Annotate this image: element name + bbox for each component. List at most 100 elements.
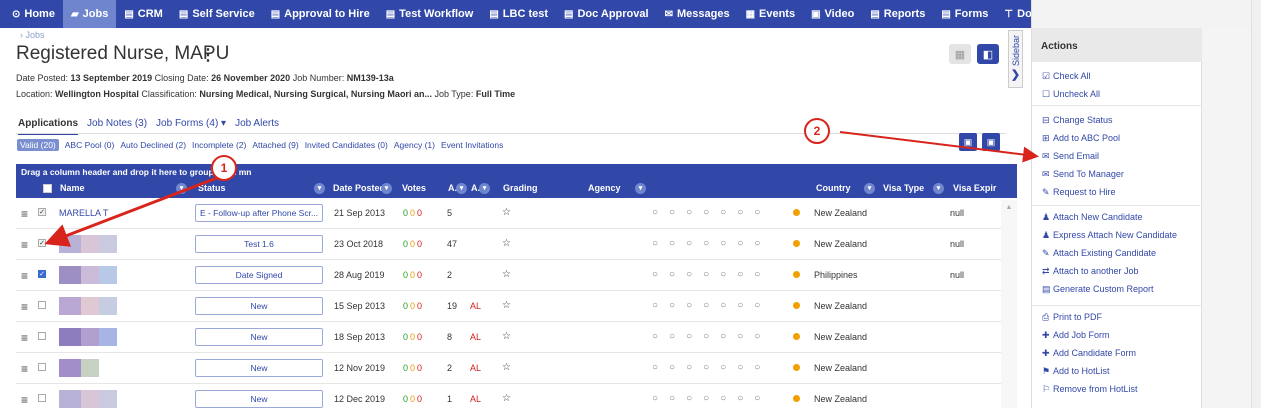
breadcrumb[interactable]: › Jobs — [20, 30, 45, 40]
row-checkbox[interactable]: ✓ — [38, 239, 46, 247]
subtab-auto-declined-2[interactable]: Auto Declined (2) — [120, 140, 186, 150]
action-attach-to-another-job[interactable]: ⇄ Attach to another Job — [1042, 266, 1139, 277]
filter-icon[interactable]: ▾ — [381, 183, 392, 194]
star-icon[interactable]: ☆ — [502, 269, 511, 280]
action-express-attach-new-candidate[interactable]: ♟ Express Attach New Candidate — [1042, 230, 1177, 241]
nav-item-approval-to-hire[interactable]: ▤ Approval to Hire — [263, 0, 378, 28]
export-excel-icon[interactable]: ▣ — [959, 133, 977, 151]
filter-icon[interactable]: ▾ — [456, 183, 467, 194]
subtab-abc-pool-0[interactable]: ABC Pool (0) — [65, 140, 115, 150]
star-icon[interactable]: ☆ — [502, 238, 511, 249]
action-attach-existing-candidate[interactable]: ✎ Attach Existing Candidate — [1042, 248, 1156, 259]
action-add-job-form[interactable]: ✚ Add Job Form — [1042, 330, 1110, 341]
row-menu-icon[interactable]: ≡ — [21, 269, 28, 283]
nav-item-forms[interactable]: ▤ Forms — [933, 0, 996, 28]
header-name[interactable]: Name — [60, 183, 85, 193]
star-icon[interactable]: ☆ — [502, 362, 511, 373]
subtab-invited-candidates-0[interactable]: Invited Candidates (0) — [305, 140, 388, 150]
row-menu-icon[interactable]: ≡ — [21, 207, 28, 221]
action-request-to-hire[interactable]: ✎ Request to Hire — [1042, 187, 1116, 198]
row-checkbox[interactable] — [38, 301, 46, 309]
nav-item-self-service[interactable]: ▤ Self Service — [171, 0, 263, 28]
status-button[interactable]: Date Signed — [195, 266, 323, 284]
group-by-bar[interactable]: Drag a column header and drop it here to… — [16, 164, 1017, 180]
table-row[interactable]: ≡ New 12 Nov 2019 000 2 AL ☆ ○○○○○○○ New Zealand — [16, 353, 1017, 384]
table-row[interactable]: ≡ New 15 Sep 2013 000 19 AL ☆ ○○○○○○○ New Zealan… — [16, 291, 1017, 322]
status-button[interactable]: E - Follow-up after Phone Scr... — [195, 204, 323, 222]
nav-item-crm[interactable]: ▤ CRM — [116, 0, 171, 28]
header-agency[interactable]: Agency — [588, 183, 621, 193]
header-grading[interactable]: Grading — [503, 183, 538, 193]
action-add-to-hotlist[interactable]: ⚑ Add to HotList — [1042, 366, 1110, 377]
action-print-to-pdf[interactable]: ⎙ Print to PDF — [1042, 312, 1102, 323]
row-checkbox[interactable] — [38, 332, 46, 340]
table-row[interactable]: ≡ New 18 Sep 2013 000 8 AL ☆ ○○○○○○○ New Zealand — [16, 322, 1017, 353]
filter-icon[interactable]: ▾ — [864, 183, 875, 194]
row-menu-icon[interactable]: ≡ — [21, 331, 28, 345]
header-date-posted[interactable]: Date Posted — [333, 183, 385, 193]
nav-item-test-workflow[interactable]: ▤ Test Workflow — [378, 0, 482, 28]
grid-scrollbar[interactable]: ▲ — [1001, 200, 1017, 408]
star-icon[interactable]: ☆ — [502, 331, 511, 342]
row-checkbox[interactable] — [38, 394, 46, 402]
star-icon[interactable]: ☆ — [502, 393, 511, 404]
action-check-all[interactable]: ☑ Check All — [1042, 71, 1091, 82]
nav-item-events[interactable]: ▦ Events — [738, 0, 804, 28]
filter-icon[interactable]: ▾ — [176, 183, 187, 194]
split-view-icon[interactable]: ◧ — [977, 44, 999, 64]
grid-view-icon[interactable]: ▦ — [949, 44, 971, 64]
status-button[interactable]: New — [195, 297, 323, 315]
action-add-candidate-form[interactable]: ✚ Add Candidate Form — [1042, 348, 1136, 359]
nav-item-messages[interactable]: ✉ Messages — [657, 0, 738, 28]
action-remove-from-hotlist[interactable]: ⚐ Remove from HotList — [1042, 384, 1138, 395]
nav-item-video[interactable]: ▣ Video — [803, 0, 862, 28]
export-pdf-icon[interactable]: ▣ — [982, 133, 1000, 151]
page-scrollbar[interactable] — [1251, 0, 1261, 408]
action-add-to-abc-pool[interactable]: ⊞ Add to ABC Pool — [1042, 133, 1120, 144]
nav-item-lbc-test[interactable]: ▤ LBC test — [481, 0, 556, 28]
table-row[interactable]: ≡ New 12 Dec 2019 000 1 AL ☆ ○○○○○○○ New Zealand — [16, 384, 1017, 408]
status-button[interactable]: New — [195, 328, 323, 346]
nav-item-jobs[interactable]: ▰ Jobs — [62, 0, 117, 28]
action-attach-new-candidate[interactable]: ♟ Attach New Candidate — [1042, 212, 1143, 223]
status-button[interactable]: Test 1.6 — [195, 235, 323, 253]
select-all-checkbox[interactable] — [43, 184, 52, 193]
action-generate-custom-report[interactable]: ▤ Generate Custom Report — [1042, 284, 1154, 295]
table-row[interactable]: ≡ ✓ Date Signed 28 Aug 2019 000 2 ☆ ○○○○○○○ Phil… — [16, 260, 1017, 291]
action-send-to-manager[interactable]: ✉ Send To Manager — [1042, 169, 1124, 180]
row-menu-icon[interactable]: ≡ — [21, 238, 28, 252]
subtab-agency-1[interactable]: Agency (1) — [394, 140, 435, 150]
row-menu-icon[interactable]: ≡ — [21, 362, 28, 376]
header-status[interactable]: Status — [198, 183, 226, 193]
filter-icon[interactable]: ▾ — [479, 183, 490, 194]
header-country[interactable]: Country — [816, 183, 851, 193]
subtab-valid-20[interactable]: Valid (20) — [17, 139, 59, 151]
table-row[interactable]: ≡ ✓ Test 1.6 23 Oct 2018 000 47 ☆ ○○○○○○○ New Ze… — [16, 229, 1017, 260]
nav-item-doc-approval[interactable]: ▤ Doc Approval — [556, 0, 657, 28]
row-menu-icon[interactable]: ≡ — [21, 393, 28, 407]
row-menu-icon[interactable]: ≡ — [21, 300, 28, 314]
action-send-email[interactable]: ✉ Send Email — [1042, 151, 1099, 162]
action-change-status[interactable]: ⊟ Change Status — [1042, 115, 1113, 126]
filter-icon[interactable]: ▾ — [314, 183, 325, 194]
subtab-event-invitations[interactable]: Event Invitations — [441, 140, 503, 150]
filter-icon[interactable]: ▾ — [933, 183, 944, 194]
table-row[interactable]: ≡ ✓ MARELLA T E - Follow-up after Phone Scr… — [16, 198, 1017, 229]
star-icon[interactable]: ☆ — [502, 300, 511, 311]
job-menu-icon[interactable]: ⋮ — [200, 45, 216, 65]
header-visa-expiry[interactable]: Visa Expir — [953, 183, 996, 193]
status-button[interactable]: New — [195, 359, 323, 377]
row-checkbox[interactable]: ✓ — [38, 208, 46, 216]
subtab-incomplete-2[interactable]: Incomplete (2) — [192, 140, 246, 150]
sidebar-toggle[interactable]: Sidebar ❯ — [1008, 30, 1023, 88]
row-checkbox[interactable] — [38, 363, 46, 371]
nav-item-reports[interactable]: ▤ Reports — [862, 0, 933, 28]
candidate-name[interactable]: MARELLA T — [59, 208, 108, 218]
filter-icon[interactable]: ▾ — [635, 183, 646, 194]
status-button[interactable]: New — [195, 390, 323, 408]
row-checkbox[interactable]: ✓ — [38, 270, 46, 278]
action-uncheck-all[interactable]: ☐ Uncheck All — [1042, 89, 1100, 100]
header-visa-type[interactable]: Visa Type — [883, 183, 924, 193]
subtab-attached-9[interactable]: Attached (9) — [252, 140, 298, 150]
header-votes[interactable]: Votes — [402, 183, 426, 193]
